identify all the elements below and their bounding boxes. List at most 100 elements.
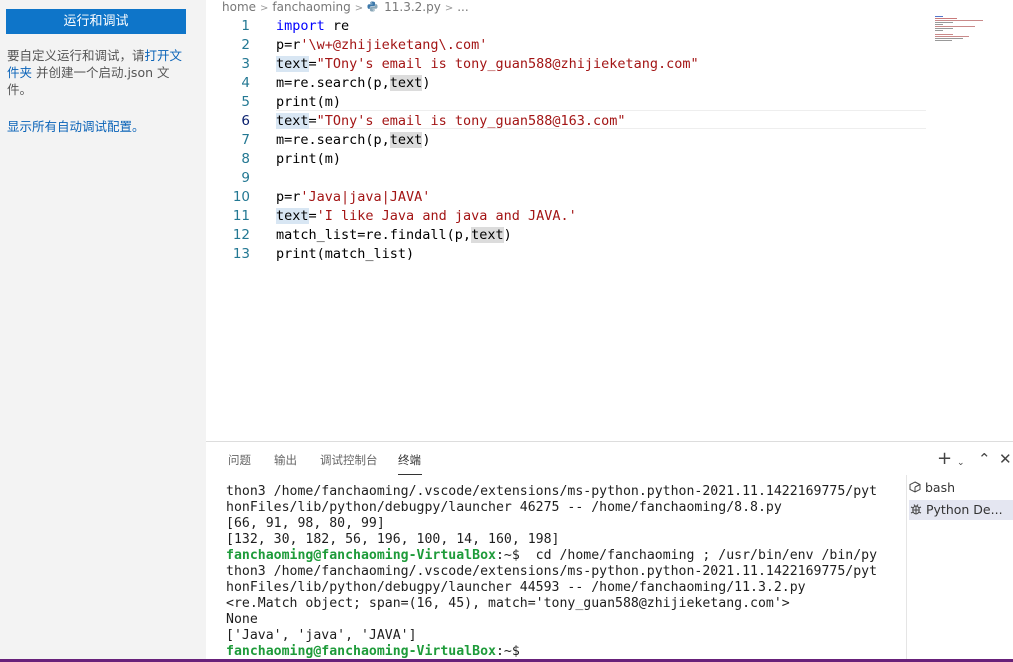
run-debug-sidebar: 运行和调试 要自定义运行和调试，请打开文件夹 并创建一个启动.json 文件。 … [0,0,206,660]
maximize-panel-icon[interactable]: ⌃ [978,451,991,467]
code-text: m=re.search(p, [276,75,390,91]
variable-highlight: text [389,132,423,148]
line-number: 11 [232,208,250,224]
variable-highlight: text [276,56,309,72]
tab-output[interactable]: 输出 [274,452,297,468]
line-number: 6 [241,113,250,129]
code-text: re [324,18,350,34]
minimap-line [935,26,975,27]
terminal-item-label: bash [925,480,956,495]
code-line[interactable]: 3 text="TOny's email is tony_guan588@zhi… [206,55,926,74]
chevron-right-icon: > [444,3,454,14]
code-text: print(match_list) [276,246,415,262]
code-line[interactable]: 8 print(m) [206,150,926,169]
terminal-prompt: fanchaoming@fanchaoming-VirtualBox [226,548,496,563]
string-literal: '\w+@zhijieketang\.com' [300,37,488,53]
line-number: 8 [241,151,250,167]
code-line[interactable]: 11 text='I like Java and java and JAVA.' [206,207,926,226]
terminal-line: None [226,612,258,627]
terminal-list: bash Python De... [906,475,1013,661]
line-number: 3 [241,56,250,72]
terminal-line: [66, 91, 98, 80, 99] [226,516,385,531]
terminal-item-python-debug[interactable]: Python De... [909,500,1013,520]
terminal-line: <re.Match object; span=(16, 45), match='… [226,596,790,611]
code-line[interactable]: 4 m=re.search(p,text) [206,74,926,93]
breadcrumb-more[interactable]: ... [457,0,468,14]
prompt-suffix: :~$ [495,548,520,563]
terminal-line: fanchaoming@fanchaoming-VirtualBox:~$ [226,644,906,660]
minimap-line [935,22,953,23]
description-text-end: 并创建一个启动.json 文件。 [7,65,170,97]
code-text: print(m) [276,94,342,110]
code-text: = [308,56,317,72]
code-line[interactable]: 7 m=re.search(p,text) [206,131,926,150]
terminal-prompt: fanchaoming@fanchaoming-VirtualBox [226,644,496,659]
terminal-item-label: Python De... [926,502,1003,517]
code-line[interactable]: 13 print(match_list) [206,245,926,264]
code-text: print(m) [276,151,342,167]
code-text: ) [503,227,512,243]
breadcrumb-file[interactable]: 11.3.2.py [384,0,441,14]
minimap-line [935,28,953,29]
breadcrumb-home[interactable]: home [222,0,256,14]
line-number: 4 [241,75,250,91]
active-tab-indicator [398,474,422,475]
minimap-line [935,20,983,21]
code-line[interactable]: 9 [206,169,926,188]
terminal-line: thon3 /home/fanchaoming/.vscode/extensio… [226,484,878,499]
variable-highlight: text [471,227,504,243]
variable-highlight: text [276,113,309,129]
terminal-line: honFiles/lib/python/debugpy/launcher 462… [226,500,782,515]
minimap-line [935,34,953,35]
code-text: p=r [276,37,301,53]
code-editor[interactable]: 1 import re 2 p=r'\w+@zhijieketang\.com'… [206,14,931,440]
variable-highlight: text [276,208,309,224]
code-text: ) [422,132,431,148]
minimap-line [935,24,943,25]
show-all-debug-configs-link[interactable]: 显示所有自动调试配置。 [7,116,145,135]
code-line[interactable]: 2 p=r'\w+@zhijieketang\.com' [206,36,926,55]
code-line[interactable]: 1 import re [206,17,926,36]
tab-terminal[interactable]: 终端 [398,452,421,468]
line-number: 7 [241,132,250,148]
chevron-right-icon: > [260,3,269,14]
minimap[interactable] [935,16,1013,46]
keyword: import [276,18,325,34]
string-literal: 'Java|java|JAVA' [300,189,431,205]
new-terminal-icon[interactable]: + [937,450,952,468]
line-number: 12 [232,227,250,243]
terminal-command: cd /home/fanchaoming ; /usr/bin/env /bin… [519,548,878,563]
breadcrumb: home > fanchaoming >11.3.2.py >... [222,0,469,14]
line-number: 10 [232,189,250,205]
terminal-item-bash[interactable]: bash [909,478,1013,498]
minimap-line [935,40,952,41]
run-and-debug-button[interactable]: 运行和调试 [6,9,186,34]
tab-problems[interactable]: 问题 [228,452,251,468]
close-icon[interactable]: ✕ [999,451,1012,467]
line-number: 2 [241,37,250,53]
line-number: 9 [241,170,250,186]
code-line[interactable]: 12 match_list=re.findall(p,text) [206,226,926,245]
python-file-icon [367,1,378,12]
bash-icon [909,481,921,493]
terminal-output[interactable]: thon3 /home/fanchaoming/.vscode/extensio… [226,484,906,660]
code-line[interactable]: 10 p=r'Java|java|JAVA' [206,188,926,207]
description-text: 要自定义运行和调试，请 [7,48,145,63]
tab-debug-console[interactable]: 调试控制台 [320,452,378,468]
code-text: = [308,113,317,129]
code-text: p=r [276,189,301,205]
chevron-right-icon: > [354,3,364,14]
code-line-current[interactable]: 6 text="TOny's email is tony_guan588@163… [206,112,926,131]
string-literal: 'I like Java and java and JAVA.' [316,208,577,224]
code-text: = [308,208,317,224]
terminal-line: [132, 30, 182, 56, 196, 100, 14, 160, 19… [226,532,560,547]
minimap-line [935,30,943,31]
terminal-line: honFiles/lib/python/debugpy/launcher 445… [226,580,806,595]
terminal-command [520,644,528,659]
chevron-down-icon[interactable]: ⌄ [957,455,965,471]
terminal-line: ['Java', 'java', 'JAVA'] [226,628,417,643]
code-line[interactable]: 5 print(m) [206,93,926,112]
breadcrumb-user[interactable]: fanchaoming [272,0,350,14]
code-text: m=re.search(p, [276,132,390,148]
variable-highlight: text [389,75,423,91]
